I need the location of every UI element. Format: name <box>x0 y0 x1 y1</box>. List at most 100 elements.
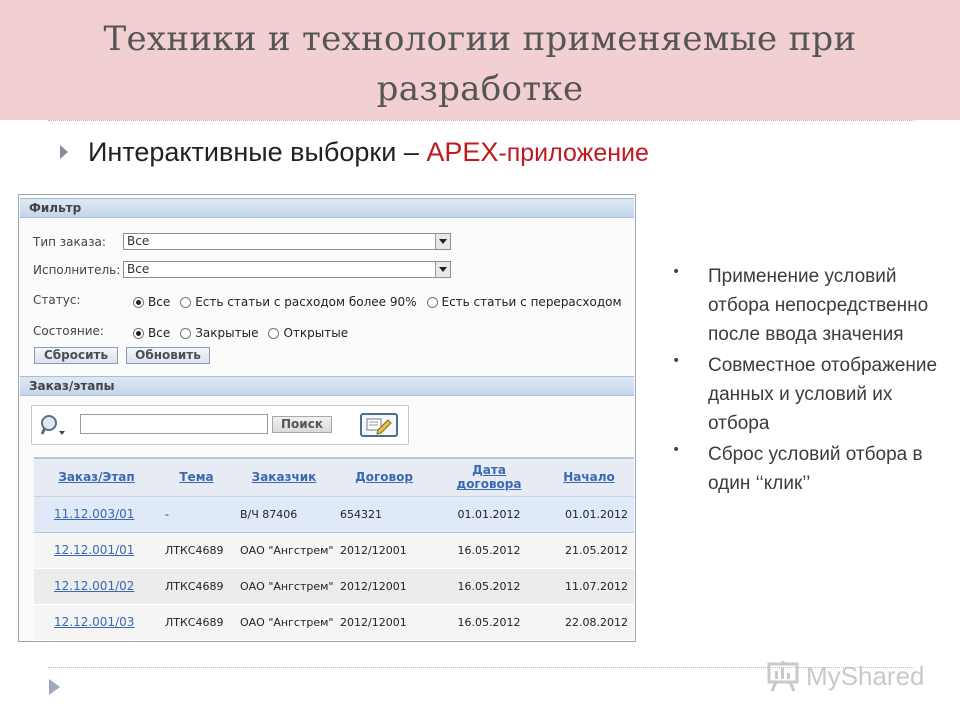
order-link[interactable]: 12.12.001/03 <box>34 604 159 641</box>
radio-icon[interactable] <box>268 327 280 339</box>
cell-contract-date: 16.05.2012 <box>434 604 544 641</box>
executor-label: Исполнитель: <box>33 263 121 277</box>
edit-filter-button[interactable] <box>360 413 398 437</box>
table-header-row: Заказ/Этап Тема Заказчик Договор Дата до… <box>34 457 634 497</box>
cell-contract: 654321 <box>334 495 434 533</box>
title-divider <box>48 120 914 121</box>
orders-table: Заказ/Этап Тема Заказчик Договор Дата до… <box>34 457 634 641</box>
cell-customer: В/Ч 87406 <box>234 495 334 533</box>
status-label: Статус: <box>33 293 81 307</box>
cell-topic: ЛТКС4689 <box>159 604 234 641</box>
status-radio-all[interactable]: Все <box>133 295 170 309</box>
apex-app-window: Фильтр Тип заказа: Все Исполнитель: Все … <box>18 194 636 642</box>
search-button[interactable]: Поиск <box>272 416 332 433</box>
chevron-down-icon[interactable] <box>435 262 450 277</box>
order-link[interactable]: 12.12.001/02 <box>34 568 159 605</box>
list-item: • Сброс условий отбора в один ‘‘клик’’ <box>670 440 950 498</box>
bullet-triangle-icon <box>60 145 68 159</box>
cell-start: 01.01.2012 <box>544 495 634 533</box>
cell-contract: 2012/12001 <box>334 568 434 605</box>
filter-header: Фильтр <box>20 198 634 218</box>
cell-customer: ОАО "Ангстрем" <box>234 604 334 641</box>
chevron-down-icon[interactable] <box>435 234 450 249</box>
logo-text: MyShared <box>806 660 925 691</box>
bullet-apex: APEX <box>426 136 499 167</box>
search-toolbar: Поиск <box>31 405 409 445</box>
cell-contract-date: 16.05.2012 <box>434 568 544 605</box>
side-point-text: Сброс условий отбора в один ‘‘клик’’ <box>708 444 923 494</box>
bullet-dot-icon: • <box>672 353 681 369</box>
status-radio-group: Все Есть статьи с расходом более 90% Ест… <box>133 295 632 309</box>
radio-label: Есть статьи с перерасходом <box>441 295 622 309</box>
status-radio-overrun[interactable]: Есть статьи с перерасходом <box>426 295 622 309</box>
search-input[interactable] <box>80 414 268 434</box>
cell-start: 11.07.2012 <box>544 568 634 605</box>
cell-contract: 2012/12001 <box>334 604 434 641</box>
bullet-dot-icon: • <box>672 264 681 280</box>
main-bullet: Интерактивные выборки – APEX-приложение <box>60 137 649 168</box>
pencil-note-icon <box>366 418 392 435</box>
table-row: 11.12.003/01 - В/Ч 87406 654321 01.01.20… <box>34 495 634 533</box>
radio-icon[interactable] <box>426 296 438 308</box>
order-link[interactable]: 11.12.003/01 <box>34 495 159 533</box>
radio-icon[interactable] <box>180 296 192 308</box>
cell-contract-date: 16.05.2012 <box>434 532 544 569</box>
orders-header: Заказ/этапы <box>20 376 634 396</box>
cell-contract: 2012/12001 <box>334 532 434 569</box>
bullet-suffix: -приложение <box>498 138 649 167</box>
state-label: Состояние: <box>33 324 104 338</box>
executor-value: Все <box>127 262 150 276</box>
radio-label: Все <box>148 295 171 309</box>
slide-title: Техники и технологии применяемые при раз… <box>103 19 857 109</box>
cell-topic: ЛТКС4689 <box>159 532 234 569</box>
myshared-logo: MyShared <box>766 656 925 696</box>
side-bullet-list: • Применение условий отбора непосредстве… <box>670 262 950 500</box>
cell-customer: ОАО "Ангстрем" <box>234 568 334 605</box>
table-row: 12.12.001/02 ЛТКС4689 ОАО "Ангстрем" 201… <box>34 568 634 605</box>
order-type-value: Все <box>127 234 150 248</box>
radio-label: Закрытые <box>195 326 259 340</box>
cell-topic: - <box>159 495 234 533</box>
footer-triangle-icon <box>49 679 60 695</box>
list-item: • Совместное отображение данных и услови… <box>670 351 950 438</box>
refresh-button[interactable]: Обновить <box>126 347 210 364</box>
column-start[interactable]: Начало <box>544 457 634 497</box>
presentation-board-icon <box>767 661 799 692</box>
status-radio-over90[interactable]: Есть статьи с расходом более 90% <box>180 295 417 309</box>
radio-selected-icon[interactable] <box>133 327 144 339</box>
cell-topic: ЛТКС4689 <box>159 568 234 605</box>
cell-start: 22.08.2012 <box>544 604 634 641</box>
bullet-prefix: Интерактивные выборки – <box>88 136 427 167</box>
order-type-label: Тип заказа: <box>33 235 106 249</box>
order-link[interactable]: 12.12.001/01 <box>34 532 159 569</box>
column-contract[interactable]: Договор <box>334 457 434 497</box>
column-customer[interactable]: Заказчик <box>234 457 334 497</box>
state-radio-all[interactable]: Все <box>133 326 170 340</box>
reset-button[interactable]: Сбросить <box>34 347 118 364</box>
order-type-select[interactable]: Все <box>123 233 451 250</box>
main-bullet-text: Интерактивные выборки – APEX-приложение <box>88 137 649 168</box>
cell-start: 21.05.2012 <box>544 532 634 569</box>
state-radio-open[interactable]: Открытые <box>268 326 348 340</box>
column-order-stage[interactable]: Заказ/Этап <box>34 457 159 497</box>
state-radio-closed[interactable]: Закрытые <box>180 326 258 340</box>
radio-selected-icon[interactable] <box>133 296 144 308</box>
bullet-dot-icon: • <box>672 442 681 458</box>
cell-customer: ОАО "Ангстрем" <box>234 532 334 569</box>
radio-icon[interactable] <box>180 327 192 339</box>
side-point-text: Совместное отображение данных и условий … <box>708 355 938 434</box>
column-topic[interactable]: Тема <box>159 457 234 497</box>
side-point-text: Применение условий отбора непосредственн… <box>708 266 929 345</box>
cell-contract-date: 01.01.2012 <box>434 495 544 533</box>
state-radio-group: Все Закрытые Открытые <box>133 326 358 340</box>
executor-select[interactable]: Все <box>123 261 451 278</box>
table-row: 12.12.001/03 ЛТКС4689 ОАО "Ангстрем" 201… <box>34 604 634 641</box>
table-row: 12.12.001/01 ЛТКС4689 ОАО "Ангстрем" 201… <box>34 532 634 569</box>
radio-label: Есть статьи с расходом более 90% <box>195 295 417 309</box>
search-icon[interactable] <box>38 412 68 440</box>
column-contract-date[interactable]: Дата договора <box>434 457 544 497</box>
radio-label: Все <box>148 326 171 340</box>
radio-label: Открытые <box>283 326 349 340</box>
title-band: Техники и технологии применяемые при раз… <box>0 0 960 120</box>
list-item: • Применение условий отбора непосредстве… <box>670 262 950 349</box>
